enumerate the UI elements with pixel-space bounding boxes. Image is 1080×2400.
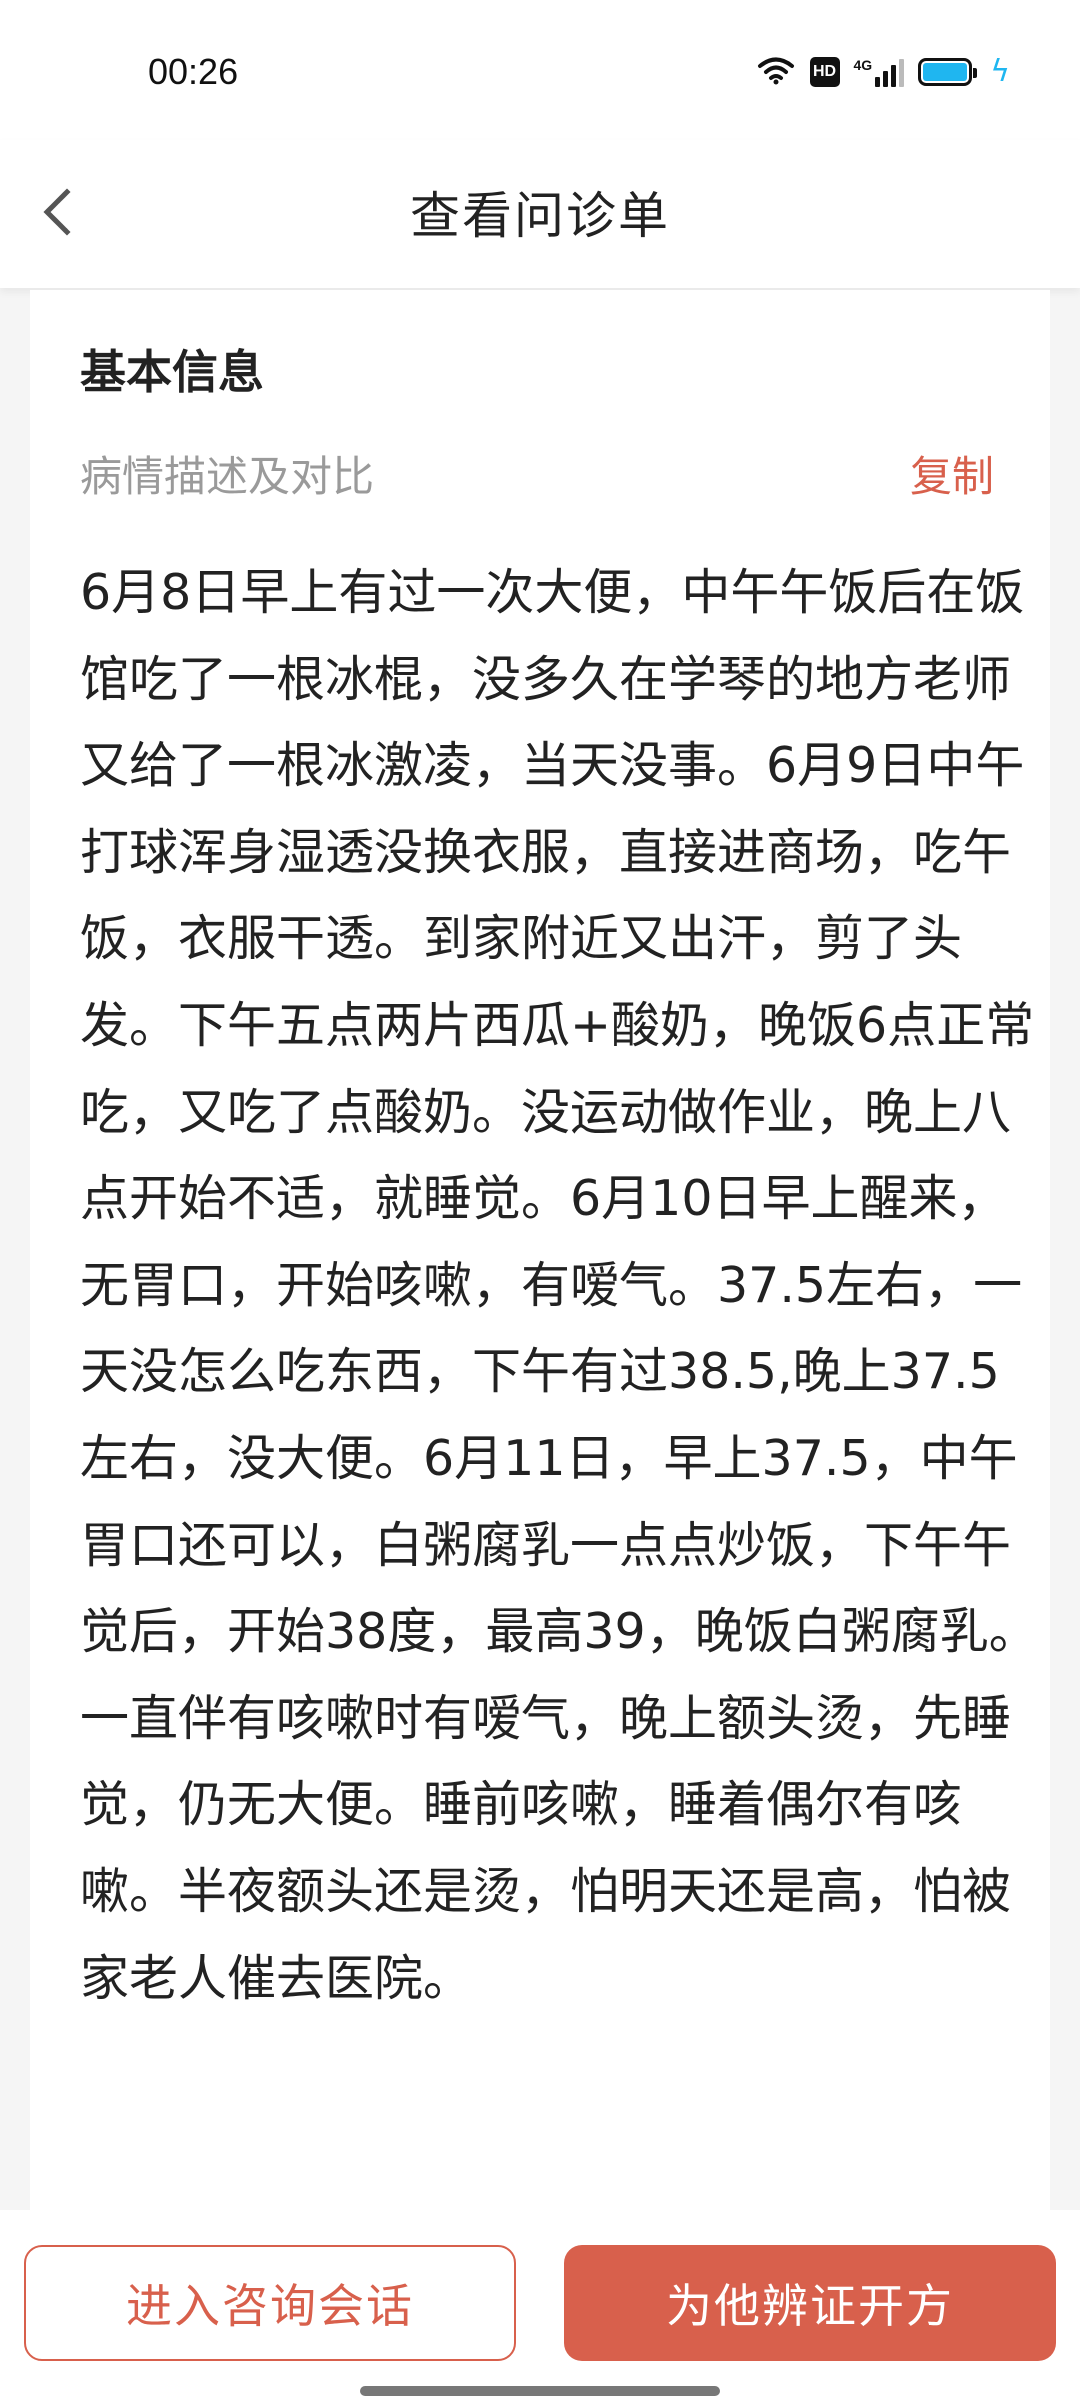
signal-icon: 4G <box>854 57 905 87</box>
section-title: 基本信息 <box>80 345 264 399</box>
signal-bar <box>891 65 897 87</box>
screen: 00:26 HD 4G ϟ 查看问诊单 基本信息 病情描述及对比 复制 6月8日… <box>0 0 1080 2400</box>
home-indicator[interactable] <box>360 2386 720 2396</box>
status-time: 00:26 <box>148 51 239 92</box>
basic-info-card: 基本信息 病情描述及对比 复制 6月8日早上有过一次大便，中午午饭后在饭馆吃了一… <box>30 290 1050 2210</box>
network-type-label: 4G <box>853 57 873 73</box>
status-icons: HD 4G ϟ <box>756 50 1010 94</box>
description-text: 6月8日早上有过一次大便，中午午饭后在饭馆吃了一根冰棍，没多久在学琴的地方老师又… <box>80 564 1038 2007</box>
signal-bar <box>899 59 905 87</box>
hd-badge: HD <box>809 57 840 87</box>
signal-bar <box>883 71 889 87</box>
copy-button[interactable]: 复制 <box>910 450 994 504</box>
description-label: 病情描述及对比 <box>80 452 375 501</box>
nav-bar: 查看问诊单 <box>0 140 1080 288</box>
enter-consultation-button[interactable]: 进入咨询会话 <box>24 2245 516 2361</box>
signal-bar <box>875 77 881 87</box>
status-bar: 00:26 HD 4G ϟ <box>0 0 1080 140</box>
prescribe-button[interactable]: 为他辨证开方 <box>564 2245 1056 2361</box>
page-title: 查看问诊单 <box>410 187 670 245</box>
charging-bolt-icon: ϟ <box>990 54 1010 89</box>
wifi-icon <box>756 55 796 89</box>
bottom-action-bar: 进入咨询会话 为他辨证开方 <box>0 2210 1080 2400</box>
battery-icon <box>918 58 978 86</box>
battery-level-fill <box>923 63 968 81</box>
